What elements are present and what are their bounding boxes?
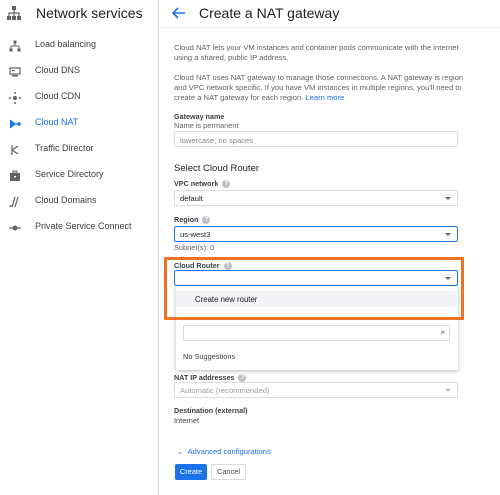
- cloud-dns-icon: [9, 67, 21, 77]
- back-arrow-icon[interactable]: [171, 5, 187, 21]
- sidebar-item-service-directory[interactable]: Service Directory: [0, 164, 158, 188]
- sidebar-item-label: Private Service Connect: [35, 221, 132, 231]
- chevron-down-icon: [445, 197, 451, 200]
- sidebar-title: Network services: [36, 5, 143, 21]
- help-icon[interactable]: ?: [202, 216, 211, 225]
- intro-paragraph-1: Cloud NAT lets your VM instances and con…: [174, 43, 459, 62]
- advanced-configurations-label: Advanced configurations: [187, 447, 271, 456]
- page-title: Create a NAT gateway: [199, 5, 340, 21]
- help-icon[interactable]: ?: [222, 180, 231, 189]
- cloud-nat-icon: [9, 119, 21, 129]
- destination-value: Internet: [174, 416, 200, 425]
- gateway-name-input[interactable]: lowercase, no spaces: [174, 131, 458, 147]
- sidebar-item-cloud-dns[interactable]: Cloud DNS: [0, 60, 158, 84]
- sidebar: Network services Load balancing Cloud DN…: [0, 0, 159, 495]
- sidebar-item-label: Service Directory: [35, 169, 104, 179]
- vpc-network-value: default: [180, 194, 203, 203]
- vpc-network-label: VPC network?: [174, 179, 231, 189]
- intro-paragraph-2: Cloud NAT uses NAT gateway to manage tho…: [174, 73, 464, 103]
- gateway-name-hint: Name is permanent: [174, 121, 239, 130]
- subnets-count: Subnet(s): 0: [174, 243, 215, 252]
- sidebar-item-private-service-connect[interactable]: Private Service Connect: [0, 216, 158, 240]
- gateway-name-placeholder: lowercase, no spaces: [180, 136, 254, 145]
- gateway-name-label: Gateway name: [174, 112, 225, 121]
- vpc-network-label-text: VPC network: [174, 179, 219, 188]
- traffic-director-icon: [11, 145, 19, 155]
- private-service-connect-icon: [9, 225, 21, 231]
- dropdown-search-input[interactable]: ×: [183, 325, 450, 341]
- nat-ip-select[interactable]: Automatic (recommended): [174, 382, 458, 398]
- region-label: Region?: [174, 215, 211, 225]
- nat-ip-label-text: NAT IP addresses: [174, 373, 235, 382]
- sidebar-item-label: Traffic Director: [35, 143, 94, 153]
- service-directory-icon: [10, 170, 20, 181]
- sidebar-header: Network services: [0, 0, 159, 28]
- sidebar-item-label: Cloud NAT: [35, 117, 79, 127]
- clear-icon[interactable]: ×: [440, 328, 445, 337]
- sidebar-item-cloud-nat[interactable]: Cloud NAT: [0, 112, 158, 136]
- sidebar-item-label: Cloud DNS: [35, 65, 81, 75]
- network-services-icon: [7, 6, 21, 20]
- nat-ip-label: NAT IP addresses?: [174, 373, 247, 383]
- chevron-down-icon: [445, 233, 451, 236]
- vpc-network-select[interactable]: default: [174, 190, 458, 206]
- sidebar-item-label: Load balancing: [35, 39, 97, 49]
- learn-more-link[interactable]: Learn more: [305, 93, 344, 102]
- sidebar-item-label: Cloud CDN: [35, 91, 81, 101]
- create-button[interactable]: Create: [175, 464, 207, 480]
- cloud-domains-icon: [9, 196, 19, 208]
- load-balancing-icon: [9, 40, 21, 52]
- chevron-down-icon: [445, 389, 451, 392]
- sidebar-item-traffic-director[interactable]: Traffic Director: [0, 138, 158, 162]
- advanced-configurations-link[interactable]: ⌄ Advanced configurations: [177, 447, 271, 456]
- sidebar-item-label: Cloud Domains: [35, 195, 97, 205]
- destination-label: Destination (external): [174, 406, 248, 415]
- cloud-cdn-icon: [9, 92, 21, 104]
- help-icon[interactable]: ?: [238, 374, 247, 383]
- chevron-down-icon: ⌄: [177, 447, 184, 456]
- cancel-button[interactable]: Cancel: [211, 464, 246, 480]
- sidebar-item-load-balancing[interactable]: Load balancing: [0, 34, 158, 58]
- sidebar-item-cloud-domains[interactable]: Cloud Domains: [0, 190, 158, 214]
- no-suggestions-text: No Suggestions: [183, 352, 236, 361]
- region-select[interactable]: us-west3: [174, 226, 458, 242]
- region-label-text: Region: [174, 215, 199, 224]
- select-cloud-router-heading: Select Cloud Router: [174, 163, 260, 174]
- region-value: us-west3: [180, 230, 211, 239]
- top-bar: Create a NAT gateway: [160, 0, 500, 28]
- sidebar-item-cloud-cdn[interactable]: Cloud CDN: [0, 86, 158, 110]
- highlight-box: [164, 257, 464, 320]
- nat-ip-value: Automatic (recommended): [180, 386, 270, 395]
